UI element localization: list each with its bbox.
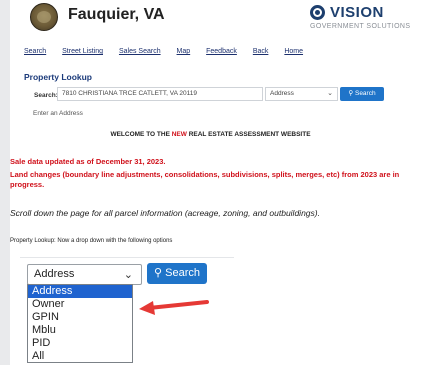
scroll-note: Scroll down the page for all parcel info…	[10, 208, 320, 218]
search-type-select[interactable]: Address ⌄	[265, 87, 338, 101]
search-label: Search:	[34, 92, 58, 99]
vision-logo-word: VISION	[330, 4, 384, 21]
top-nav: Search Street Listing Sales Search Map F…	[24, 48, 317, 55]
section-title: Property Lookup	[24, 72, 93, 82]
welcome-new: NEW	[171, 131, 187, 138]
nav-feedback[interactable]: Feedback	[206, 48, 237, 55]
sale-data-notice: Sale data updated as of December 31, 202…	[10, 157, 166, 166]
search-icon: ⚲	[154, 267, 163, 279]
chevron-down-icon: ⌄	[327, 90, 333, 97]
nav-home[interactable]: Home	[284, 48, 303, 55]
dropdown-option-all[interactable]: All	[28, 350, 132, 363]
dropdown-option-pid[interactable]: PID	[28, 337, 132, 350]
land-changes-notice: Land changes (boundary line adjustments,…	[10, 170, 400, 189]
lookup-note: Property Lookup: Now a drop down with th…	[10, 238, 173, 244]
chevron-down-icon: ⌄	[123, 269, 133, 281]
search-button-label: Search	[354, 90, 376, 97]
nav-sales-search[interactable]: Sales Search	[119, 48, 161, 55]
nav-back[interactable]: Back	[253, 48, 269, 55]
search-button[interactable]: ⚲ Search	[340, 87, 384, 101]
dropdown-option-owner[interactable]: Owner	[28, 298, 132, 311]
dropdown-option-address[interactable]: Address	[28, 285, 132, 298]
vision-logo-subtitle: GOVERNMENT SOLUTIONS	[310, 23, 411, 30]
vision-logo-mark-icon	[310, 5, 325, 20]
county-seal-logo	[30, 3, 58, 31]
vision-logo: VISION GOVERNMENT SOLUTIONS	[310, 4, 421, 34]
search-hint: Enter an Address	[33, 110, 83, 117]
dropdown-option-gpin[interactable]: GPIN	[28, 311, 132, 324]
annotation-arrow-icon	[139, 300, 209, 315]
welcome-text-start: WELCOME TO THE	[110, 131, 172, 138]
nav-street-listing[interactable]: Street Listing	[62, 48, 103, 55]
dropdown-option-mblu[interactable]: Mblu	[28, 324, 132, 337]
site-title: Fauquier, VA	[68, 6, 165, 23]
search-type-value: Address	[270, 90, 294, 97]
lookup-search-label: Search	[165, 267, 200, 279]
welcome-banner: WELCOME TO THE NEW REAL ESTATE ASSESSMEN…	[0, 131, 421, 138]
nav-map[interactable]: Map	[177, 48, 191, 55]
nav-search[interactable]: Search	[24, 48, 46, 55]
lookup-type-value: Address	[34, 268, 75, 280]
search-icon: ⚲	[348, 90, 354, 97]
search-input[interactable]: 7810 CHRISTIANA TRCE CATLETT, VA 20119	[57, 87, 263, 101]
welcome-text-end: REAL ESTATE ASSESSMENT WEBSITE	[186, 131, 311, 138]
lookup-type-dropdown: Address Owner GPIN Mblu PID All	[27, 284, 133, 363]
header: Fauquier, VA VISION GOVERNMENT SOLUTIONS	[10, 0, 421, 36]
divider	[20, 257, 234, 258]
lookup-search-button[interactable]: ⚲ Search	[147, 263, 207, 284]
lookup-type-select[interactable]: Address ⌄	[27, 264, 142, 285]
